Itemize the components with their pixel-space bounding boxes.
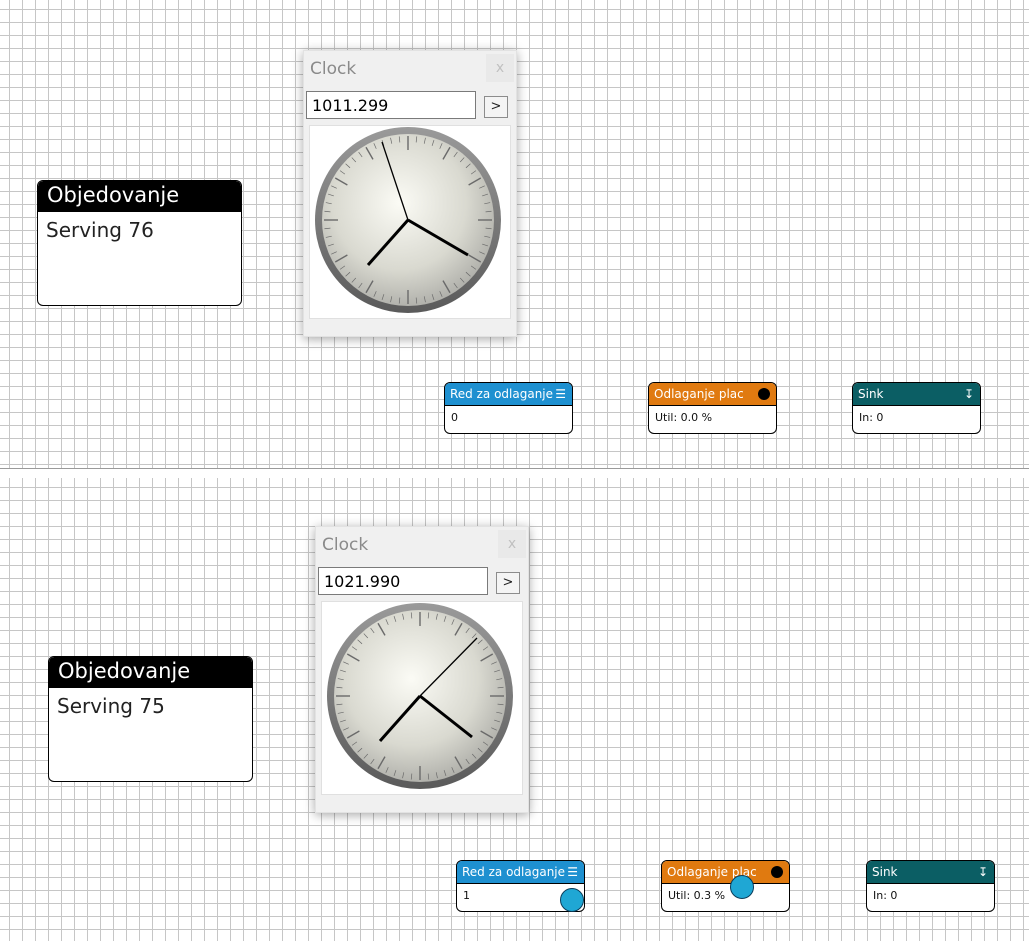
objedovanje-node[interactable]: Objedovanje Serving 75 — [48, 656, 253, 782]
server-dot-icon — [771, 866, 783, 878]
queue-count: 0 — [451, 411, 458, 424]
queue-title: Red za odlaganje — [450, 387, 554, 401]
clock-face — [315, 127, 501, 313]
server-dot-icon — [758, 388, 770, 400]
close-button[interactable]: x — [498, 530, 526, 558]
clock-window[interactable]: Clock x > — [315, 526, 529, 813]
queue-icon: ☰ — [555, 387, 566, 401]
go-button[interactable]: > — [496, 572, 520, 594]
window-title: Clock — [322, 535, 369, 555]
node-title: Objedovanje — [38, 181, 241, 212]
queue-icon: ☰ — [567, 865, 578, 879]
simulation-canvas-2[interactable]: Objedovanje Serving 75 Clock x > — [0, 478, 1029, 941]
sink-block[interactable]: Sink ↧ In: 0 — [852, 382, 981, 434]
node-body: Serving 75 — [57, 694, 165, 718]
sink-title: Sink — [858, 387, 884, 401]
objedovanje-node[interactable]: Objedovanje Serving 76 — [37, 180, 242, 306]
clock-face — [327, 603, 513, 789]
go-button[interactable]: > — [484, 96, 508, 118]
queue-title: Red za odlaganje — [462, 865, 566, 879]
node-body: Serving 76 — [46, 218, 154, 242]
entity-dot[interactable] — [560, 888, 584, 912]
sink-count: In: 0 — [873, 889, 898, 902]
server-block[interactable]: Odlaganje plac Util: 0.0 % — [648, 382, 777, 434]
sink-title: Sink — [872, 865, 898, 879]
server-title: Odlaganje plac — [654, 387, 744, 401]
server-block[interactable]: Odlaganje plac Util: 0.3 % — [661, 860, 790, 912]
clock-face-container — [309, 125, 511, 319]
server-util: Util: 0.0 % — [655, 411, 713, 424]
clock-window[interactable]: Clock x > — [303, 50, 517, 337]
time-input[interactable] — [318, 567, 488, 595]
sink-block[interactable]: Sink ↧ In: 0 — [866, 860, 995, 912]
clock-face-container — [321, 601, 523, 795]
close-button[interactable]: x — [486, 54, 514, 82]
sink-arrow-icon: ↧ — [963, 387, 974, 401]
entity-dot[interactable] — [730, 875, 754, 899]
queue-block[interactable]: Red za odlaganje ☰ 0 — [444, 382, 573, 434]
node-title: Objedovanje — [49, 657, 252, 688]
time-input[interactable] — [306, 91, 476, 119]
sink-arrow-icon: ↧ — [977, 865, 988, 879]
server-util: Util: 0.3 % — [668, 889, 726, 902]
sink-count: In: 0 — [859, 411, 884, 424]
window-title: Clock — [310, 59, 357, 79]
simulation-canvas-1[interactable]: Objedovanje Serving 76 Clock x > — [0, 0, 1029, 469]
